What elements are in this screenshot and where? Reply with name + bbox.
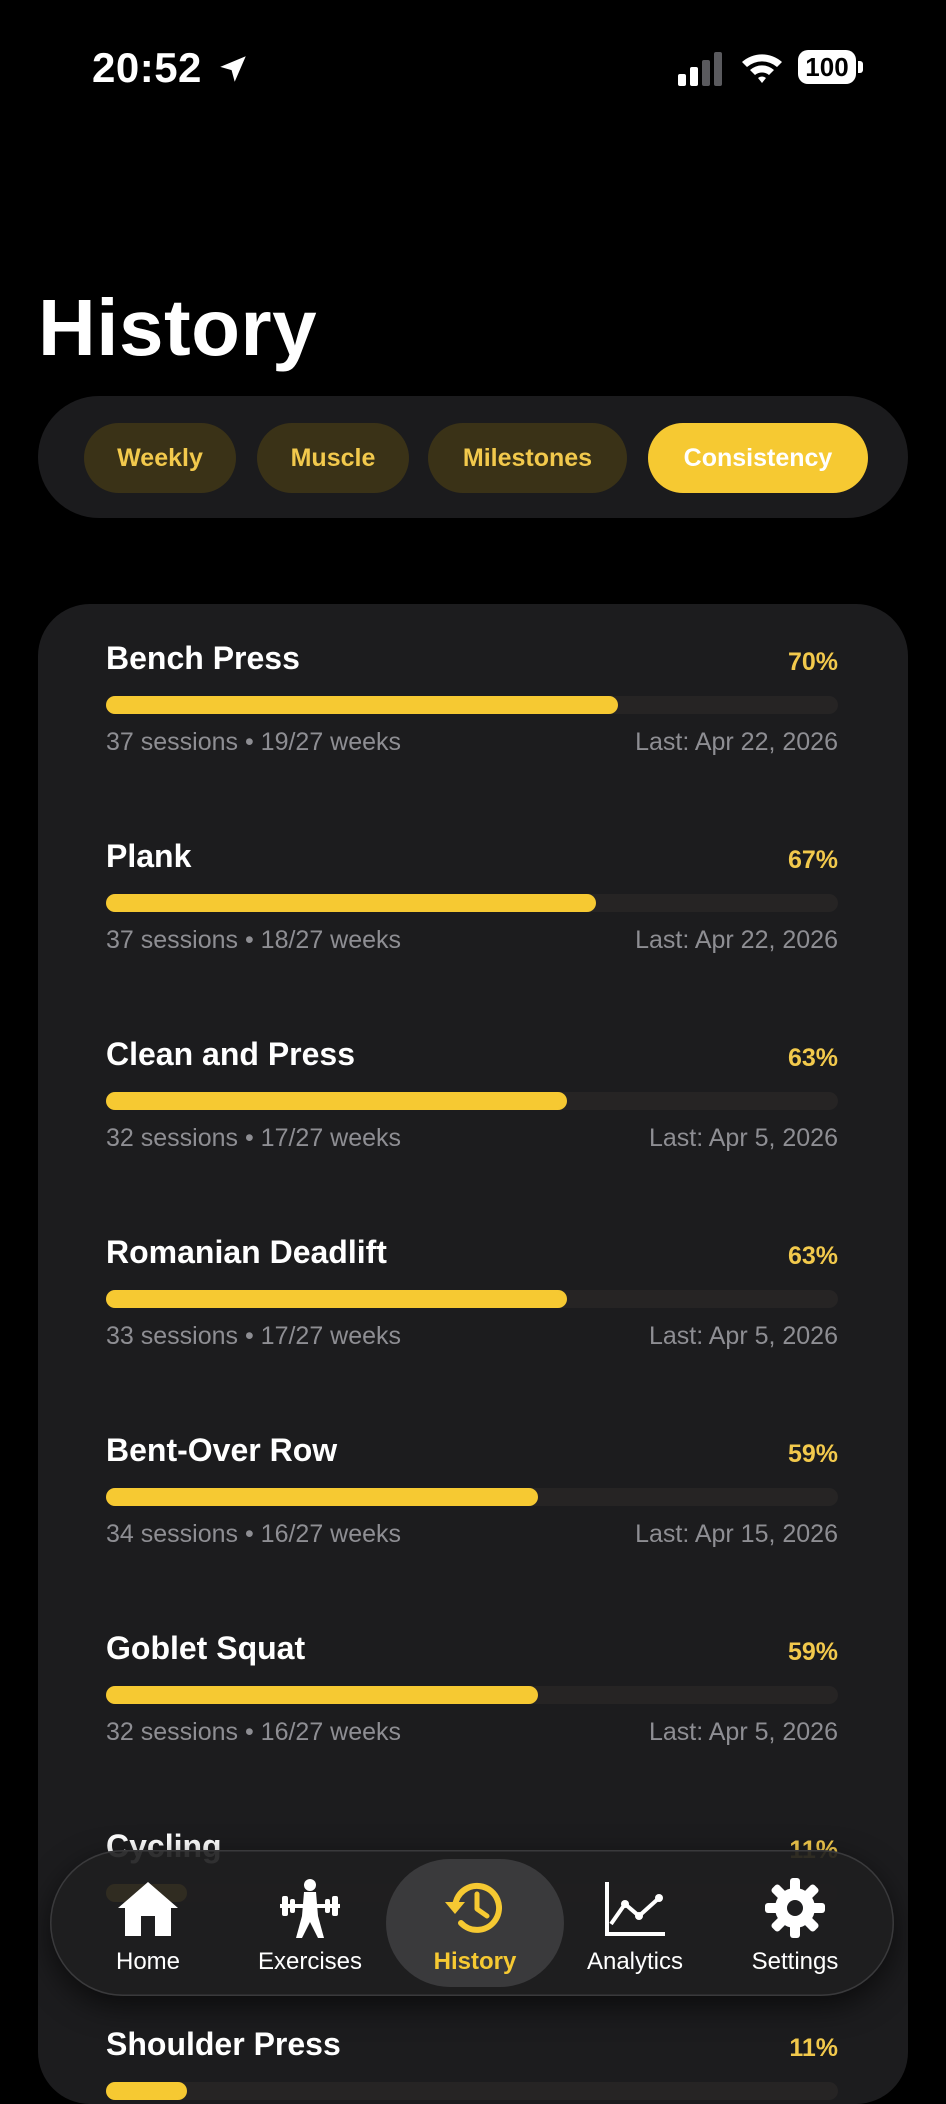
- tabbar-label-home: Home: [115, 1948, 181, 1975]
- progress-track: [106, 2082, 838, 2100]
- progress-fill: [106, 1092, 568, 1110]
- consistency-percent: 67%: [787, 846, 838, 874]
- history-segment-tabs: Weekly Muscle Milestones Consistency: [38, 396, 908, 518]
- progress-track: [106, 1686, 838, 1704]
- session-count: 32 sessions • 16/27 weeks: [106, 1718, 402, 1746]
- tabbar-label-analytics: Analytics: [586, 1948, 684, 1975]
- exercise-name: Bench Press: [106, 640, 300, 676]
- exercise-row[interactable]: Romanian Deadlift 63% 33 sessions • 17/27 …: [106, 1234, 838, 1374]
- exercise-row[interactable]: Bench Press 70% 37 sessions • 19/27 weeks L…: [106, 640, 838, 780]
- exercise-name: Goblet Squat: [106, 1630, 306, 1666]
- progress-fill: [106, 1686, 538, 1704]
- tab-weekly[interactable]: Weekly: [84, 423, 236, 493]
- last-session-date: Last: Apr 15, 2026: [635, 1520, 838, 1548]
- tabbar-item-home[interactable]: Home: [63, 1850, 233, 1996]
- exercise-name: Clean and Press: [106, 1036, 355, 1072]
- progress-track: [106, 696, 838, 714]
- consistency-percent: 59%: [787, 1440, 838, 1468]
- exercise-name: Bent-Over Row: [106, 1432, 338, 1468]
- cellular-signal-icon: [678, 52, 722, 86]
- session-count: 34 sessions • 16/27 weeks: [106, 1520, 402, 1548]
- progress-track: [106, 1488, 838, 1506]
- consistency-percent: 63%: [787, 1044, 838, 1072]
- tabbar-label-settings: Settings: [751, 1948, 839, 1975]
- status-bar: 20:52 100: [0, 0, 946, 140]
- tabbar-label-history: History: [433, 1948, 517, 1975]
- tab-milestones[interactable]: Milestones: [428, 423, 627, 493]
- progress-track: [106, 1092, 838, 1110]
- session-count: 37 sessions • 18/27 weeks: [106, 926, 402, 954]
- last-session-date: Last: Apr 5, 2026: [648, 1124, 838, 1152]
- tabbar-item-exercises[interactable]: Exercises: [225, 1850, 395, 1996]
- wifi-icon: [742, 54, 782, 83]
- battery-tip: [858, 61, 863, 73]
- last-session-date: Last: Apr 22, 2026: [635, 926, 838, 954]
- tab-consistency[interactable]: Consistency: [648, 423, 868, 493]
- progress-fill: [106, 1290, 568, 1308]
- analytics-icon: [605, 1882, 665, 1936]
- bottom-tab-bar: Home Exercises History Analytics Setting…: [50, 1850, 894, 1996]
- last-session-date: Last: Apr 5, 2026: [648, 1322, 838, 1350]
- progress-fill: [106, 696, 619, 714]
- session-count: 33 sessions • 17/27 weeks: [106, 1322, 402, 1350]
- progress-fill: [106, 1488, 538, 1506]
- exercise-name: Romanian Deadlift: [106, 1234, 387, 1270]
- progress-fill: [106, 894, 597, 912]
- session-count: 32 sessions • 17/27 weeks: [106, 1124, 402, 1152]
- session-count: 37 sessions • 19/27 weeks: [106, 728, 402, 756]
- exercises-icon: [280, 1879, 340, 1938]
- exercise-name: Shoulder Press: [106, 2026, 341, 2062]
- tabbar-item-settings[interactable]: Settings: [710, 1850, 880, 1996]
- exercise-row[interactable]: Shoulder Press 11%: [106, 2026, 838, 2104]
- exercise-row[interactable]: Bent-Over Row 59% 34 sessions • 16/27 week…: [106, 1432, 838, 1572]
- home-icon: [118, 1882, 178, 1936]
- consistency-percent: 70%: [787, 648, 838, 676]
- progress-track: [106, 1290, 838, 1308]
- page-title: History: [38, 283, 318, 372]
- last-session-date: Last: Apr 22, 2026: [635, 728, 838, 756]
- exercise-row[interactable]: Clean and Press 63% 32 sessions • 17/27 we…: [106, 1036, 838, 1176]
- history-icon: [445, 1882, 502, 1933]
- exercise-name: Plank: [106, 838, 192, 874]
- settings-icon: [765, 1878, 825, 1938]
- consistency-percent: 11%: [789, 2034, 838, 2062]
- status-time: 20:52: [92, 44, 202, 91]
- tab-muscle[interactable]: Muscle: [257, 423, 409, 493]
- consistency-percent: 63%: [787, 1242, 838, 1270]
- exercise-row[interactable]: Plank 67% 37 sessions • 18/27 weeks Last: A…: [106, 838, 838, 978]
- progress-fill: [106, 2082, 187, 2100]
- progress-track: [106, 894, 838, 912]
- consistency-percent: 59%: [787, 1638, 838, 1666]
- tabbar-item-history[interactable]: History: [390, 1850, 560, 1996]
- exercise-row[interactable]: Goblet Squat 59% 32 sessions • 16/27 weeks…: [106, 1630, 838, 1770]
- tabbar-label-exercises: Exercises: [257, 1948, 363, 1975]
- tabbar-item-analytics[interactable]: Analytics: [550, 1850, 720, 1996]
- location-arrow-icon: [220, 56, 246, 82]
- battery-level: 100: [798, 50, 856, 84]
- battery-indicator: 100: [798, 50, 864, 86]
- last-session-date: Last: Apr 5, 2026: [648, 1718, 838, 1746]
